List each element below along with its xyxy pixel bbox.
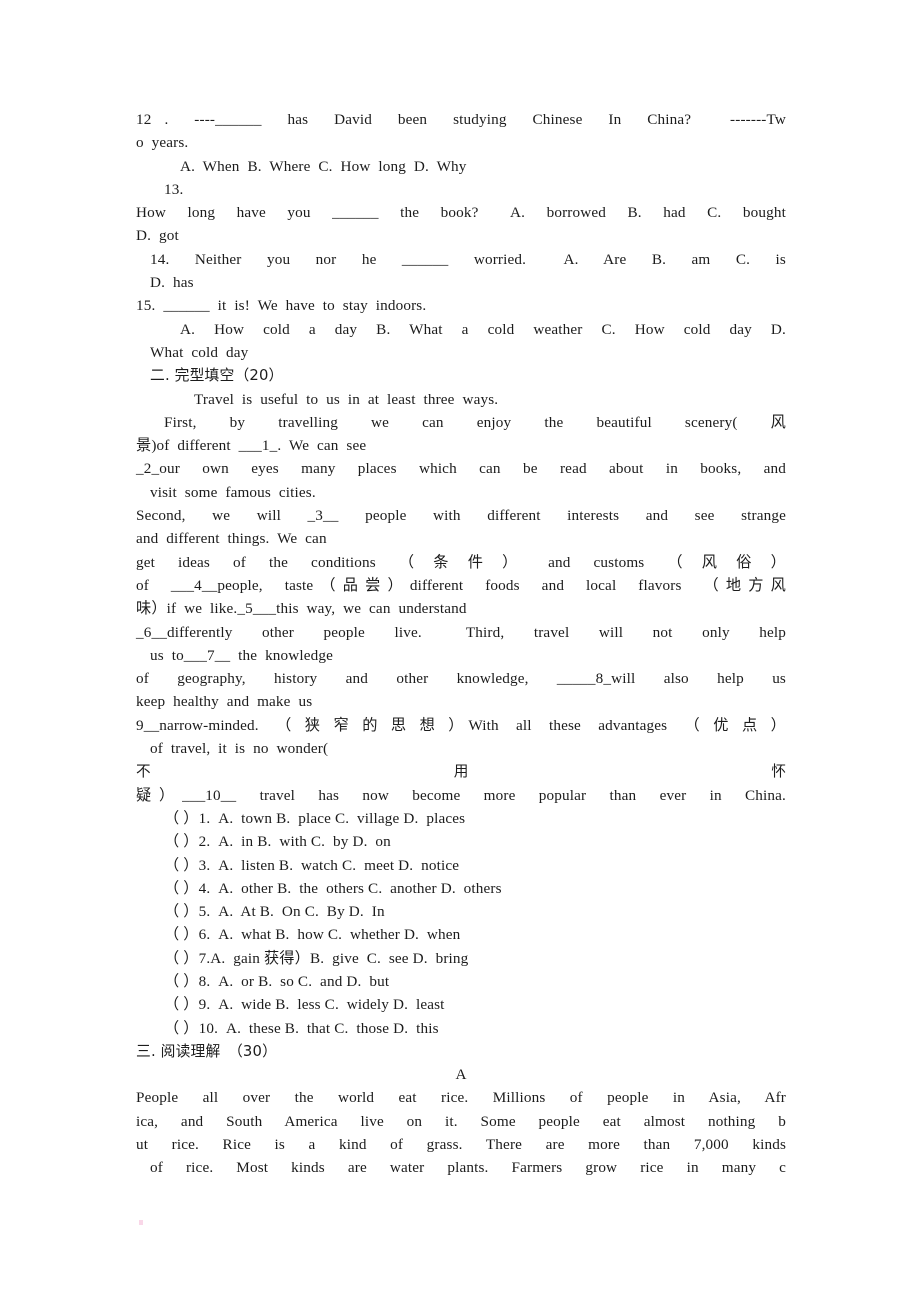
- section-two-heading: 二. 完型填空（20）: [150, 367, 284, 385]
- cloze-line: Travel is useful to us in at least three…: [194, 390, 499, 408]
- question-14-stem: 14. Neither you nor he ______ worried. A…: [150, 250, 786, 268]
- cloze-line: of travel, it is no wonder(: [150, 740, 329, 758]
- section-three-heading: 三. 阅读理解 （30）: [136, 1042, 278, 1060]
- cloze-option-row: （ ）6. A. what B. how C. whether D. when: [164, 926, 461, 944]
- scan-artifact-speck: [139, 1220, 143, 1225]
- spread-char-1: 不: [136, 763, 151, 781]
- question-15-stem: 15. ______ it is! We have to stay indoor…: [136, 297, 427, 315]
- cloze-line: keep healthy and make us: [136, 693, 313, 711]
- question-13-stem: How long have you ______ the book? A. bo…: [136, 204, 786, 222]
- cloze-option-row: （ ）10. A. these B. that C. those D. this: [164, 1019, 439, 1037]
- question-12-stem-line-1: 12 . ----______ has David been studying …: [136, 111, 786, 128]
- cloze-line: of geography, history and other knowledg…: [136, 670, 786, 688]
- cloze-option-row: （ ）4. A. other B. the others C. another …: [164, 879, 502, 897]
- cloze-option-row: （ ）8. A. or B. so C. and D. but: [164, 972, 390, 990]
- document-page: 12 . ----______ has David been studying …: [0, 0, 920, 1302]
- spread-char-2: 用: [453, 763, 469, 781]
- cloze-option-row: （ ）7.A. gain 获得）B. give C. see D. bring: [164, 949, 469, 967]
- cloze-line: 9__narrow-minded. （ 狭 窄 的 思 想 ）With all …: [136, 716, 786, 734]
- cloze-line: get ideas of the conditions （ 条 件 ） and …: [136, 553, 786, 571]
- reading-line: People all over the world eat rice. Mill…: [136, 1089, 786, 1107]
- cloze-line: us to___7__ the knowledge: [150, 646, 334, 664]
- cloze-line: 味）if we like._5___this way, we can under…: [136, 600, 467, 618]
- reading-line: ut rice. Rice is a kind of grass. There …: [136, 1136, 786, 1154]
- cloze-line: of ___4__people, taste（品尝）different food…: [136, 576, 786, 594]
- reading-line: ica, and South America live on it. Some …: [136, 1112, 786, 1130]
- cloze-option-row: （ ）5. A. At B. On C. By D. In: [164, 903, 385, 921]
- cloze-line: and different things. We can: [136, 530, 327, 548]
- question-13-number: 13.: [164, 180, 184, 198]
- cloze-option-row: （ ）2. A. in B. with C. by D. on: [164, 833, 391, 851]
- cloze-line: _6__differently other people live. Third…: [136, 623, 786, 641]
- cloze-option-row: （ ）9. A. wide B. less C. widely D. least: [164, 996, 445, 1014]
- question-13-options-tail: D. got: [136, 227, 179, 245]
- reading-passage-label: A: [455, 1066, 467, 1084]
- cloze-line: visit some famous cities.: [150, 483, 316, 501]
- question-12-stem-line-2: o years.: [136, 134, 189, 152]
- document-body: 12 . ----______ has David been studying …: [136, 108, 786, 1180]
- cloze-line: _2_our own eyes many places which can be…: [136, 460, 786, 478]
- question-15-options-line-1: A. How cold a day B. What a cold weather…: [180, 320, 786, 338]
- question-12-options: A. When B. Where C. How long D. Why: [180, 157, 467, 175]
- cloze-line: 景)of different ___1_. We can see: [136, 437, 367, 455]
- cloze-spread-line: 不 用 怀: [136, 760, 786, 783]
- cloze-option-row: （ ）3. A. listen B. watch C. meet D. noti…: [164, 856, 460, 874]
- cloze-line: Second, we will _3__ people with differe…: [136, 507, 786, 525]
- cloze-line: First, by travelling we can enjoy the be…: [164, 413, 786, 431]
- question-15-options-line-2: What cold day: [150, 343, 249, 361]
- question-14-options-tail: D. has: [150, 274, 194, 292]
- cloze-passage-tail: 疑）___10__ travel has now become more pop…: [136, 786, 786, 804]
- spread-char-3: 怀: [771, 763, 786, 781]
- reading-line: of rice. Most kinds are water plants. Fa…: [150, 1159, 786, 1177]
- cloze-option-row: （ ）1. A. town B. place C. village D. pla…: [164, 809, 466, 827]
